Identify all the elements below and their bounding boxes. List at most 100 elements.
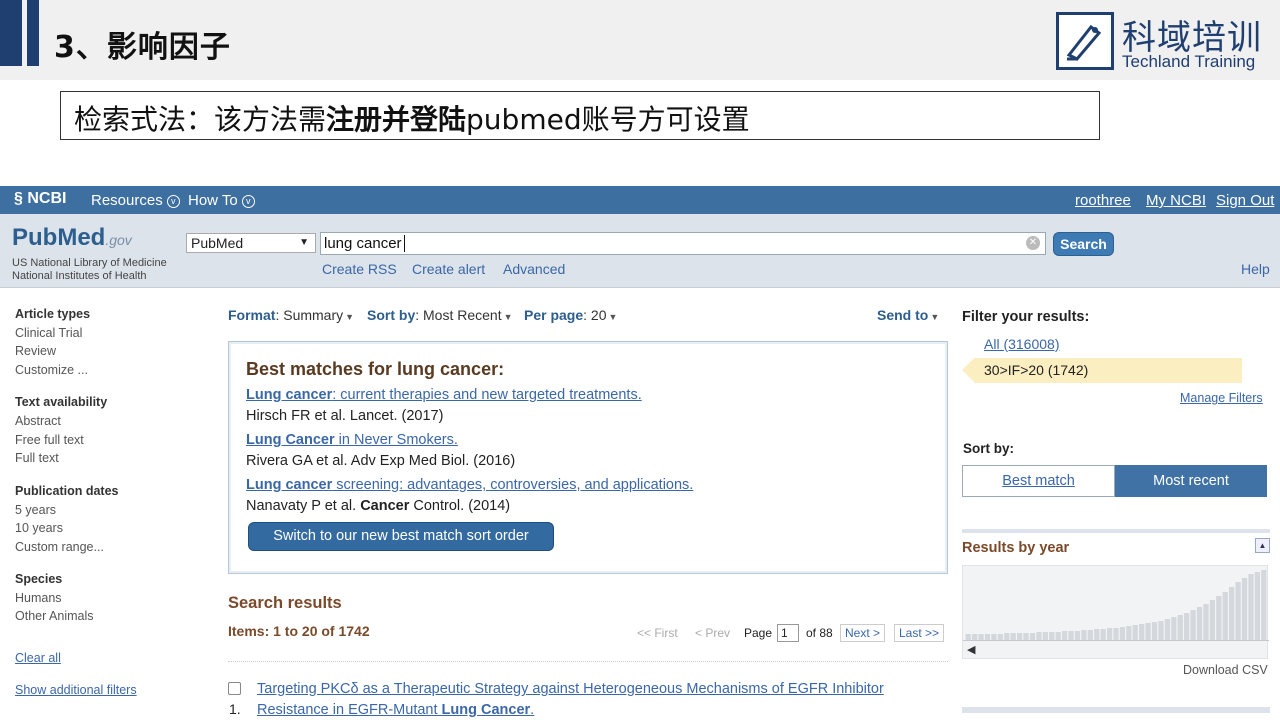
year-bar[interactable] [1094, 629, 1100, 640]
search-button[interactable]: Search [1053, 232, 1114, 256]
year-bar[interactable] [1081, 630, 1087, 640]
chart-scroll-left-icon[interactable]: ◀ [967, 643, 975, 656]
database-select[interactable]: PubMed ▼ [186, 233, 316, 253]
format-dropdown[interactable]: Format: Summary ▼ [228, 307, 354, 323]
help-link[interactable]: Help [1241, 261, 1270, 277]
pubmed-logo[interactable]: PubMed.gov [12, 224, 132, 252]
year-bar[interactable] [1171, 617, 1177, 640]
year-bar[interactable] [1113, 628, 1119, 640]
show-additional-filters-link[interactable]: Show additional filters [15, 683, 137, 697]
year-bar[interactable] [1042, 632, 1048, 640]
next-page-link[interactable]: Next > [840, 624, 886, 642]
year-bar[interactable] [1049, 632, 1055, 640]
year-bar[interactable] [1261, 570, 1267, 640]
filter-customize[interactable]: Customize ... [15, 363, 88, 377]
year-bar[interactable] [1145, 623, 1151, 640]
year-bar[interactable] [1151, 622, 1158, 640]
filter-free-full-text[interactable]: Free full text [15, 433, 84, 447]
year-bar[interactable] [984, 634, 991, 640]
year-bar[interactable] [1248, 574, 1254, 640]
year-bar[interactable] [1241, 578, 1248, 640]
filter-10-years[interactable]: 10 years [15, 521, 63, 535]
result-checkbox[interactable] [228, 682, 241, 695]
first-page-link[interactable]: << First [637, 626, 678, 640]
clear-search-icon[interactable]: ✕ [1026, 236, 1040, 250]
sign-out-link[interactable]: Sign Out [1216, 192, 1274, 209]
year-bar[interactable] [1100, 629, 1106, 640]
switch-best-match-button[interactable]: Switch to our new best match sort order [248, 522, 554, 551]
results-by-year-chart[interactable] [962, 565, 1269, 659]
year-bar[interactable] [1017, 633, 1023, 640]
year-bar[interactable] [1229, 587, 1235, 640]
year-bar[interactable] [1164, 619, 1171, 640]
sort-most-recent-button[interactable]: Most recent [1115, 465, 1267, 497]
per-page-dropdown[interactable]: Per page: 20 ▼ [524, 307, 617, 323]
year-bar[interactable] [1119, 627, 1126, 640]
advanced-link[interactable]: Advanced [503, 261, 565, 277]
year-bar[interactable] [1004, 633, 1010, 640]
year-bar[interactable] [1216, 596, 1222, 640]
filter-abstract[interactable]: Abstract [15, 414, 61, 428]
user-link[interactable]: roothree [1075, 192, 1131, 209]
send-to-dropdown[interactable]: Send to ▼ [877, 307, 939, 323]
year-bar[interactable] [1029, 633, 1036, 640]
my-ncbi-link[interactable]: My NCBI [1146, 192, 1206, 209]
year-bar[interactable] [1139, 624, 1145, 640]
create-rss-link[interactable]: Create RSS [322, 261, 397, 277]
filter-other-animals[interactable]: Other Animals [15, 609, 94, 623]
manage-filters-link[interactable]: Manage Filters [1180, 391, 1263, 405]
year-bar[interactable] [965, 634, 971, 640]
prev-page-link[interactable]: < Prev [695, 626, 730, 640]
result-title-line-2[interactable]: Resistance in EGFR-Mutant Lung Cancer. [257, 702, 534, 718]
howto-menu[interactable]: How To v [188, 192, 255, 209]
year-bar[interactable] [1196, 607, 1203, 640]
year-bar[interactable] [1203, 604, 1209, 640]
year-bar[interactable] [1184, 613, 1190, 640]
year-bar[interactable] [1222, 592, 1228, 640]
filter-humans[interactable]: Humans [15, 591, 62, 605]
best-match-link-2[interactable]: Lung Cancer in Never Smokers. [246, 432, 458, 448]
download-csv-link[interactable]: Download CSV [1183, 663, 1268, 677]
filter-full-text[interactable]: Full text [15, 451, 59, 465]
year-bar[interactable] [1055, 632, 1061, 640]
year-bar[interactable] [978, 634, 984, 640]
selected-filter[interactable]: 30>IF>20 (1742) [974, 358, 1242, 383]
year-bar[interactable] [1190, 610, 1196, 640]
page-number-input[interactable]: 1 [777, 624, 799, 642]
year-bar[interactable] [1126, 626, 1132, 640]
filter-clinical-trial[interactable]: Clinical Trial [15, 326, 82, 340]
filter-custom-range[interactable]: Custom range... [15, 540, 104, 554]
create-alert-link[interactable]: Create alert [412, 261, 485, 277]
filter-5-years[interactable]: 5 years [15, 503, 56, 517]
year-bar[interactable] [972, 634, 978, 640]
clear-all-link[interactable]: Clear all [15, 651, 61, 665]
year-bar[interactable] [1158, 621, 1164, 640]
resources-menu[interactable]: Resources v [91, 192, 180, 209]
last-page-link[interactable]: Last >> [894, 624, 945, 642]
year-bar[interactable] [1087, 630, 1093, 640]
year-bar[interactable] [1068, 631, 1074, 640]
year-bar[interactable] [1074, 631, 1081, 640]
year-bar[interactable] [1106, 628, 1113, 640]
year-bar[interactable] [1209, 600, 1215, 640]
year-bar[interactable] [991, 634, 997, 640]
year-bar[interactable] [1132, 625, 1138, 640]
best-match-link-1[interactable]: Lung cancer: current therapies and new t… [246, 387, 642, 403]
search-input[interactable]: lung cancer [320, 232, 1046, 255]
collapse-icon[interactable]: ▲ [1255, 538, 1270, 553]
year-bar[interactable] [1061, 631, 1068, 640]
result-title-line-1[interactable]: Targeting PKCδ as a Therapeutic Strategy… [257, 681, 884, 697]
year-bar[interactable] [1010, 633, 1016, 640]
sort-by-dropdown[interactable]: Sort by: Most Recent ▼ [367, 307, 513, 323]
ncbi-logo[interactable]: § NCBI [14, 190, 66, 208]
best-match-link-3[interactable]: Lung cancer screening: advantages, contr… [246, 477, 693, 493]
filter-review[interactable]: Review [15, 344, 56, 358]
year-bar[interactable] [1023, 633, 1029, 640]
year-bar[interactable] [1254, 572, 1260, 640]
year-bar[interactable] [1235, 582, 1241, 640]
sort-best-match-button[interactable]: Best match [962, 465, 1115, 497]
all-results-filter[interactable]: All (316008) [984, 336, 1060, 352]
year-bar[interactable] [997, 634, 1003, 640]
year-bar[interactable] [1177, 615, 1183, 640]
year-bar[interactable] [1036, 632, 1042, 640]
